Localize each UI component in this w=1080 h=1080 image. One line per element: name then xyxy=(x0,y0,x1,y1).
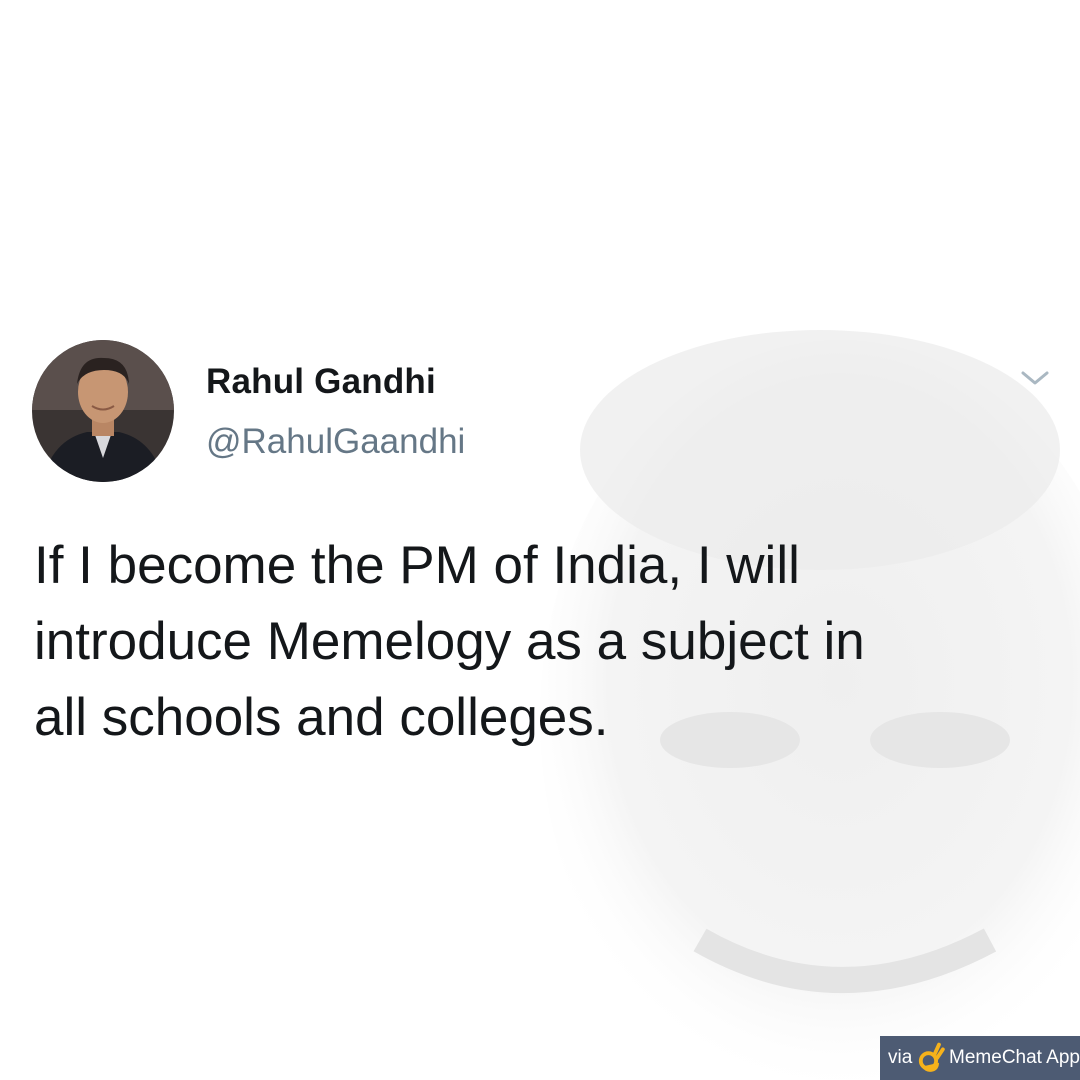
tweet-text-line: If I become the PM of India, I will xyxy=(34,536,800,595)
avatar[interactable] xyxy=(32,340,174,482)
meme-canvas: Rahul Gandhi @RahulGaandhi If I become t… xyxy=(0,0,1080,1080)
display-name[interactable]: Rahul Gandhi xyxy=(206,362,436,402)
user-handle[interactable]: @RahulGaandhi xyxy=(206,422,465,462)
profile-photo-icon xyxy=(32,340,174,482)
watermark-app-name: MemeChat App xyxy=(949,1047,1080,1068)
tweet-text-line: all schools and colleges. xyxy=(34,688,609,747)
memechat-watermark: via MemeChat App xyxy=(880,1036,1080,1080)
watermark-via-label: via xyxy=(888,1047,913,1068)
tweet-text: If I become the PM of India, I will intr… xyxy=(34,528,1044,756)
tweet-card: Rahul Gandhi @RahulGaandhi If I become t… xyxy=(0,0,1080,1080)
ok-hand-icon xyxy=(919,1042,946,1072)
tweet-text-line: introduce Memelogy as a subject in xyxy=(34,612,865,671)
chevron-down-icon[interactable] xyxy=(1018,366,1052,390)
